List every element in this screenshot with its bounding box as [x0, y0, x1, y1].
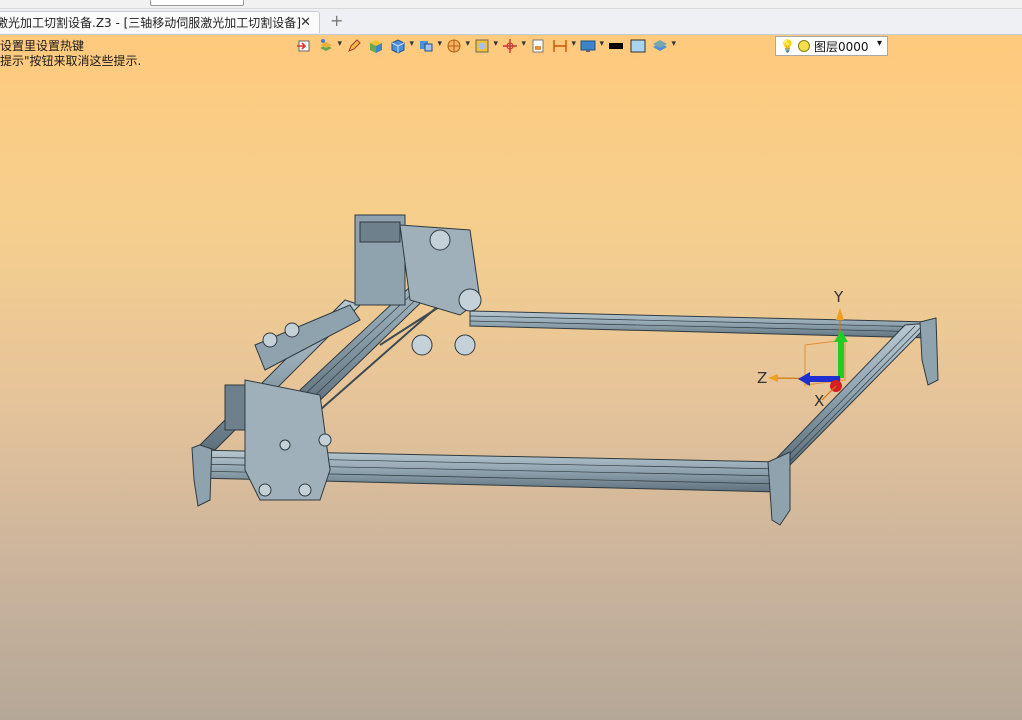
rear-rail [469, 310, 931, 339]
cnc-model[interactable]: Y Z X [0, 0, 1022, 720]
axis-triad: Y Z X [757, 288, 848, 410]
right-rail [768, 317, 939, 466]
triad-x-label: X [814, 392, 824, 410]
triad-y-label: Y [833, 288, 844, 306]
triad-z-label: Z [757, 369, 767, 387]
